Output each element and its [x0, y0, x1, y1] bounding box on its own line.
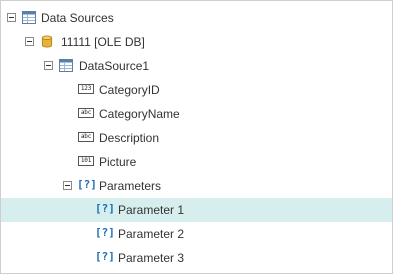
- parameters-icon: [?]: [77, 178, 97, 191]
- tree-node-label: Parameter 3: [118, 251, 185, 265]
- table-icon: [59, 59, 73, 72]
- collapse-toggle-icon[interactable]: [25, 37, 34, 46]
- tree-node-field-description[interactable]: abc Description: [1, 126, 392, 150]
- parameter-icon: [?]: [95, 250, 115, 263]
- binary-type-icon: 101: [78, 156, 94, 166]
- collapse-toggle-icon[interactable]: [63, 181, 72, 190]
- tree-node-parameter-3[interactable]: [?] Parameter 3: [1, 246, 392, 270]
- tree-node-label: Parameter 2: [118, 227, 185, 241]
- tree-node-label: CategoryName: [99, 107, 180, 121]
- tree-node-label: Parameter 1: [118, 203, 185, 217]
- tree-node-label: Description: [99, 131, 160, 145]
- collapse-toggle-icon[interactable]: [7, 13, 16, 22]
- tree-node-data-sources[interactable]: Data Sources: [1, 6, 392, 30]
- tree-node-label: Picture: [99, 155, 137, 169]
- tree-node-label: DataSource1: [79, 59, 150, 73]
- tree-node-datasource1[interactable]: DataSource1: [1, 54, 392, 78]
- parameter-icon: [?]: [95, 226, 115, 239]
- number-type-icon: 123: [78, 84, 94, 94]
- tree-node-field-categoryname[interactable]: abc CategoryName: [1, 102, 392, 126]
- tree-node-connection[interactable]: 11111 [OLE DB]: [1, 30, 392, 54]
- string-type-icon: abc: [78, 108, 94, 118]
- string-type-icon: abc: [78, 132, 94, 142]
- parameter-icon: [?]: [95, 202, 115, 215]
- tree-node-parameter-1[interactable]: [?] Parameter 1: [1, 198, 392, 222]
- tree-node-label: CategoryID: [99, 83, 160, 97]
- data-sources-icon: [22, 11, 36, 24]
- tree-node-label: Parameters: [99, 179, 162, 193]
- database-icon: [41, 35, 53, 48]
- tree-node-field-picture[interactable]: 101 Picture: [1, 150, 392, 174]
- tree-node-label: 11111 [OLE DB]: [61, 35, 145, 49]
- tree-node-label: Data Sources: [41, 11, 114, 25]
- collapse-toggle-icon[interactable]: [44, 61, 53, 70]
- tree-node-parameters[interactable]: [?] Parameters: [1, 174, 392, 198]
- data-sources-tree-panel: Data Sources 11111 [OLE DB] DataSource1 …: [0, 0, 393, 274]
- tree-node-field-categoryid[interactable]: 123 CategoryID: [1, 78, 392, 102]
- tree-node-parameter-2[interactable]: [?] Parameter 2: [1, 222, 392, 246]
